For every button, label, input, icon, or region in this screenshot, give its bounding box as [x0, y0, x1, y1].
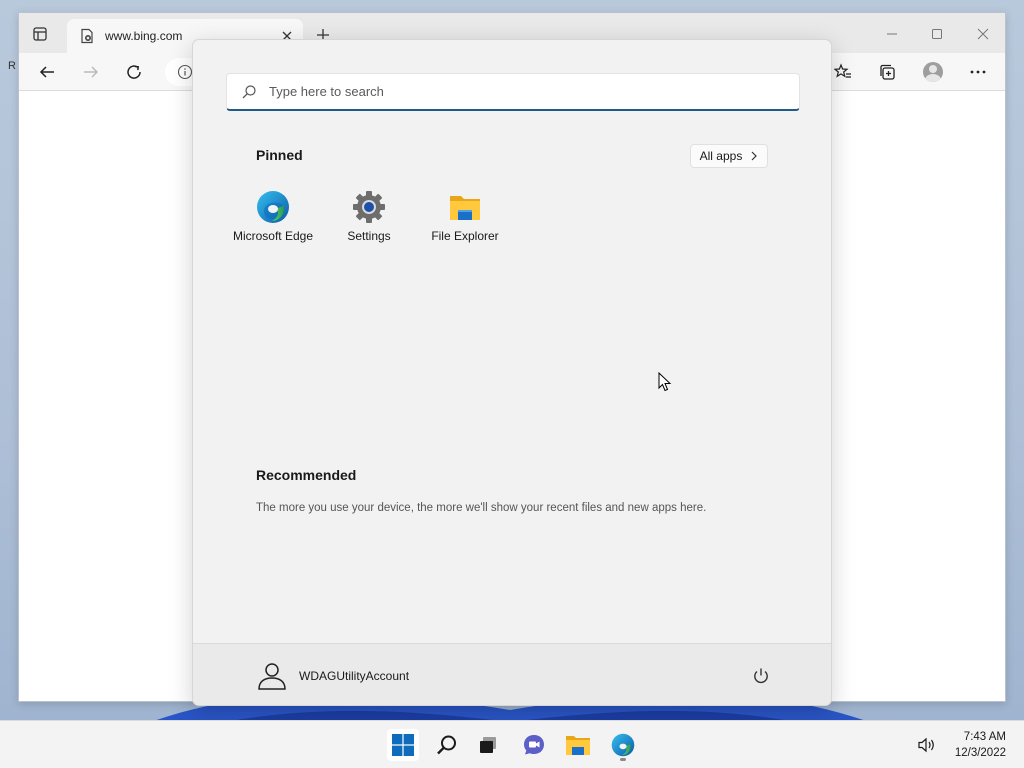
settings-more-button[interactable] [967, 61, 989, 83]
favorites-star-icon [834, 63, 851, 78]
chat-icon [524, 735, 544, 755]
close-icon [977, 28, 989, 40]
edge-icon [257, 191, 289, 223]
clock-date: 12/3/2022 [954, 747, 1006, 759]
user-account-button[interactable]: WDAGUtilityAccount [255, 658, 409, 694]
search-icon [242, 84, 256, 98]
running-indicator [620, 758, 626, 761]
app-label: Microsoft Edge [232, 229, 314, 243]
pinned-app-file-explorer[interactable]: File Explorer [417, 190, 513, 252]
task-view-icon [480, 737, 496, 753]
windows-start-icon [392, 734, 414, 756]
tab-title: www.bing.com [105, 29, 183, 43]
recommended-empty-text: The more you use your device, the more w… [256, 502, 707, 514]
arrow-right-icon [84, 66, 99, 78]
avatar [923, 62, 943, 82]
clock-time: 7:43 AM [963, 731, 1006, 743]
user-name: WDAGUtilityAccount [299, 669, 410, 683]
app-label: File Explorer [431, 229, 499, 243]
pinned-app-settings[interactable]: Settings [321, 190, 417, 252]
refresh-icon [127, 65, 141, 79]
chevron-right-icon [751, 151, 758, 161]
folder-icon [450, 196, 480, 220]
power-icon [754, 668, 768, 684]
collections-button[interactable] [876, 61, 898, 83]
taskbar: 7:43 AM 12/3/2022 [0, 720, 1024, 768]
app-label: Settings [347, 229, 391, 243]
tab-actions-button[interactable] [29, 23, 51, 45]
arrow-left-icon [39, 66, 54, 78]
task-view-button[interactable] [472, 729, 504, 761]
maximize-button[interactable] [926, 23, 948, 45]
file-explorer-taskbar-button[interactable] [562, 729, 594, 761]
back-button[interactable] [36, 61, 58, 83]
desktop-edge-text: R [8, 60, 16, 72]
maximize-icon [932, 29, 942, 39]
search-input[interactable] [269, 84, 769, 99]
start-button[interactable] [387, 729, 419, 761]
volume-button[interactable] [916, 735, 938, 755]
taskbar-search-button[interactable] [431, 729, 463, 761]
all-apps-button[interactable]: All apps [690, 144, 768, 168]
edge-taskbar-button[interactable] [607, 729, 639, 761]
minimize-button[interactable] [881, 23, 903, 45]
page-favicon-icon [81, 28, 93, 44]
start-search-box[interactable] [226, 73, 800, 111]
pinned-app-microsoft-edge[interactable]: Microsoft Edge [225, 190, 321, 252]
close-window-button[interactable] [972, 23, 994, 45]
recommended-heading: Recommended [256, 467, 357, 483]
system-clock[interactable]: 7:43 AM 12/3/2022 [955, 729, 1006, 761]
edge-icon [611, 733, 635, 757]
collections-icon [880, 64, 895, 80]
pinned-heading: Pinned [256, 147, 303, 163]
more-dots-icon [970, 70, 986, 74]
gear-icon [353, 191, 385, 223]
favorites-button[interactable] [832, 61, 854, 83]
search-icon [437, 735, 456, 755]
user-icon [258, 663, 286, 690]
profile-button[interactable] [922, 61, 944, 83]
start-menu-footer: WDAGUtilityAccount [193, 643, 831, 705]
forward-button[interactable] [80, 61, 102, 83]
start-menu: Pinned All apps Microsoft Edge [192, 39, 832, 706]
minimize-icon [887, 33, 897, 35]
speaker-icon [918, 737, 934, 753]
mouse-cursor-icon [658, 372, 672, 392]
power-button[interactable] [751, 666, 771, 686]
info-icon [177, 64, 193, 80]
all-apps-label: All apps [699, 149, 743, 163]
chat-button[interactable] [518, 729, 550, 761]
file-explorer-icon [566, 736, 590, 755]
refresh-button[interactable] [123, 61, 145, 83]
tab-actions-icon [33, 27, 47, 41]
